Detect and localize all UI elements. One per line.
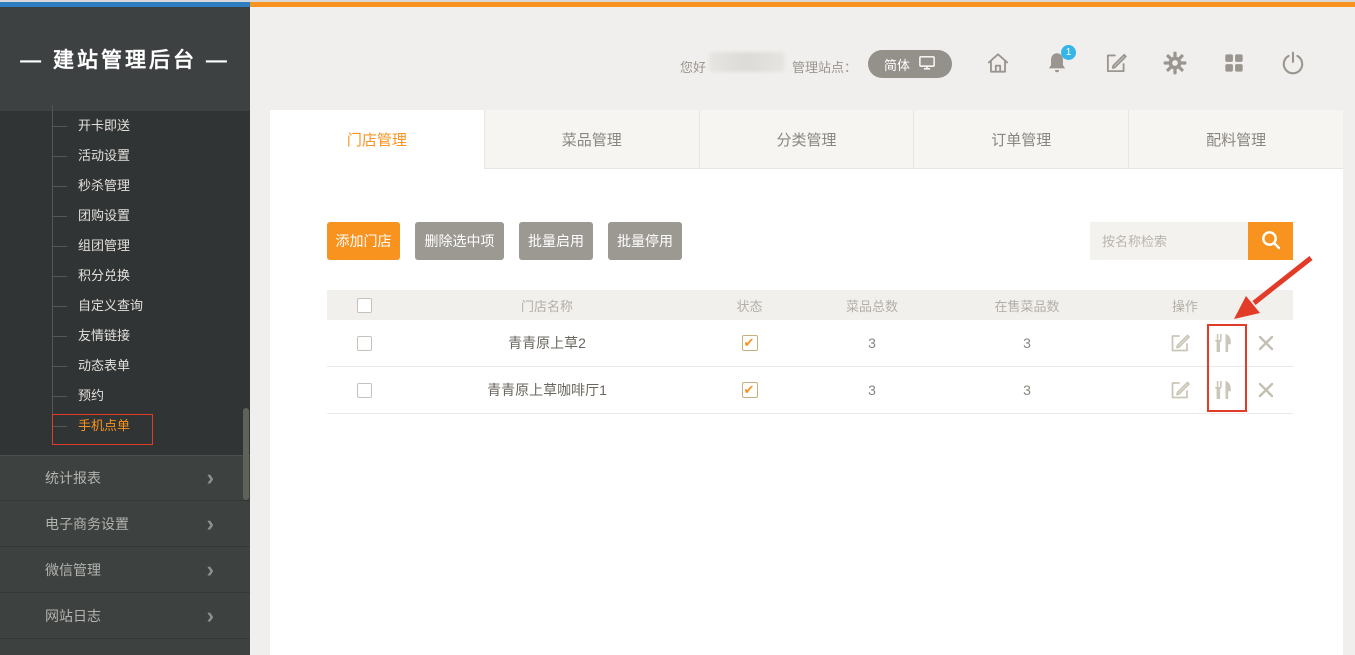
edit-store-icon[interactable] — [1167, 330, 1193, 356]
section-label: 网站日志 — [45, 606, 101, 626]
tab-dish-management[interactable]: 菜品管理 — [484, 110, 699, 169]
topbar: 您好 管理站点： 简体 1 — [250, 7, 1355, 110]
sidebar-section-site-logs[interactable]: 网站日志 › — [0, 593, 250, 639]
sidebar-scrollbar-thumb[interactable] — [243, 408, 249, 500]
on-sale-dishes-value: 3 — [937, 382, 1117, 398]
language-label: 简体 — [884, 55, 910, 74]
total-dishes-value: 3 — [807, 382, 937, 398]
select-all-checkbox[interactable] — [357, 298, 372, 313]
chevron-right-icon: › — [207, 514, 214, 534]
tab-order-management[interactable]: 订单管理 — [913, 110, 1128, 169]
header-icon-bar: 1 — [985, 50, 1306, 78]
manage-site-label: 管理站点： — [792, 57, 857, 76]
search-input[interactable] — [1090, 222, 1248, 260]
sidebar-item-mobile-ordering[interactable]: 手机点单 — [0, 411, 250, 441]
edit-store-icon[interactable] — [1167, 377, 1193, 403]
content-card: 门店管理 菜品管理 分类管理 订单管理 配料管理 添加门店 删除选中项 批量启用… — [270, 110, 1343, 655]
monitor-icon — [918, 55, 936, 74]
power-logout-icon[interactable] — [1280, 50, 1306, 78]
tab-ingredient-management[interactable]: 配料管理 — [1128, 110, 1343, 169]
sidebar-item-team-management[interactable]: 组团管理 — [0, 231, 250, 261]
sidebar-item-dynamic-form[interactable]: 动态表单 — [0, 351, 250, 381]
sidebar-section-statistics[interactable]: 统计报表 › — [0, 455, 250, 501]
sidebar-item-open-card-gift[interactable]: 开卡即送 — [0, 111, 250, 141]
edit-compose-icon[interactable] — [1103, 50, 1129, 78]
stores-table: 门店名称 状态 菜品总数 在售菜品数 操作 青青原上草2 3 3 — [327, 290, 1293, 414]
sidebar-item-friend-links[interactable]: 友情链接 — [0, 321, 250, 351]
sidebar-item-custom-query[interactable]: 自定义查询 — [0, 291, 250, 321]
sidebar-submenu: 开卡即送 活动设置 秒杀管理 团购设置 组团管理 积分兑换 自定义查询 友情链接… — [0, 111, 250, 455]
redacted-username — [709, 52, 785, 72]
column-header-on-sale-dishes: 在售菜品数 — [937, 296, 1117, 315]
status-checkbox-checked[interactable] — [742, 335, 758, 351]
toolbar: 添加门店 删除选中项 批量启用 批量停用 — [327, 222, 1293, 260]
chevron-right-icon: › — [207, 468, 214, 488]
chevron-right-icon: › — [207, 606, 214, 626]
section-label: 微信管理 — [45, 560, 101, 580]
status-checkbox-checked[interactable] — [742, 382, 758, 398]
sidebar-item-group-buy[interactable]: 团购设置 — [0, 201, 250, 231]
tab-category-management[interactable]: 分类管理 — [699, 110, 914, 169]
sidebar-section-wechat-management[interactable]: 微信管理 › — [0, 547, 250, 593]
tab-bar: 门店管理 菜品管理 分类管理 订单管理 配料管理 — [270, 110, 1343, 169]
sidebar-sections: 统计报表 › 电子商务设置 › 微信管理 › 网站日志 › — [0, 455, 250, 655]
sidebar-section-ecommerce-settings[interactable]: 电子商务设置 › — [0, 501, 250, 547]
batch-enable-button[interactable]: 批量启用 — [519, 222, 593, 260]
on-sale-dishes-value: 3 — [937, 335, 1117, 351]
table-row: 青青原上草2 3 3 — [327, 320, 1293, 367]
total-dishes-value: 3 — [807, 335, 937, 351]
sidebar: — 建站管理后台 — 开卡即送 活动设置 秒杀管理 团购设置 组团管理 积分兑换… — [0, 7, 250, 655]
dishes-fork-knife-icon[interactable] — [1210, 330, 1236, 356]
chevron-right-icon: › — [207, 560, 214, 580]
main-area: 您好 管理站点： 简体 1 — [250, 7, 1355, 655]
notification-badge: 1 — [1061, 45, 1076, 60]
home-icon[interactable] — [985, 50, 1011, 78]
greeting-text: 您好 — [680, 57, 706, 76]
column-header-store-name: 门店名称 — [402, 296, 692, 315]
dishes-fork-knife-icon[interactable] — [1210, 377, 1236, 403]
section-label: 统计报表 — [45, 468, 101, 488]
notifications-bell-icon[interactable]: 1 — [1044, 50, 1070, 78]
section-label: 电子商务设置 — [45, 514, 129, 534]
language-site-switcher[interactable]: 简体 — [868, 50, 952, 78]
batch-disable-button[interactable]: 批量停用 — [608, 222, 682, 260]
row-checkbox[interactable] — [357, 383, 372, 398]
delete-x-icon[interactable] — [1253, 377, 1279, 403]
search-button[interactable] — [1248, 222, 1293, 260]
sidebar-item-points-exchange[interactable]: 积分兑换 — [0, 261, 250, 291]
sidebar-item-reservation[interactable]: 预约 — [0, 381, 250, 411]
sidebar-item-activity-settings[interactable]: 活动设置 — [0, 141, 250, 171]
tab-store-management[interactable]: 门店管理 — [270, 110, 484, 169]
search-box — [1090, 222, 1293, 260]
settings-gear-icon[interactable] — [1162, 50, 1188, 78]
table-header-row: 门店名称 状态 菜品总数 在售菜品数 操作 — [327, 290, 1293, 320]
column-header-status: 状态 — [692, 296, 807, 315]
store-name: 青青原上草咖啡厅1 — [402, 380, 692, 400]
column-header-operations: 操作 — [1117, 296, 1293, 315]
row-checkbox[interactable] — [357, 336, 372, 351]
table-row: 青青原上草咖啡厅1 3 3 — [327, 367, 1293, 414]
app-logo-title: — 建站管理后台 — — [0, 7, 250, 111]
store-name: 青青原上草2 — [402, 333, 692, 353]
add-store-button[interactable]: 添加门店 — [327, 222, 400, 260]
delete-x-icon[interactable] — [1253, 330, 1279, 356]
column-header-total-dishes: 菜品总数 — [807, 296, 937, 315]
search-icon — [1259, 228, 1283, 255]
sidebar-item-flash-sale[interactable]: 秒杀管理 — [0, 171, 250, 201]
delete-selected-button[interactable]: 删除选中项 — [415, 222, 504, 260]
apps-grid-icon[interactable] — [1221, 50, 1247, 78]
